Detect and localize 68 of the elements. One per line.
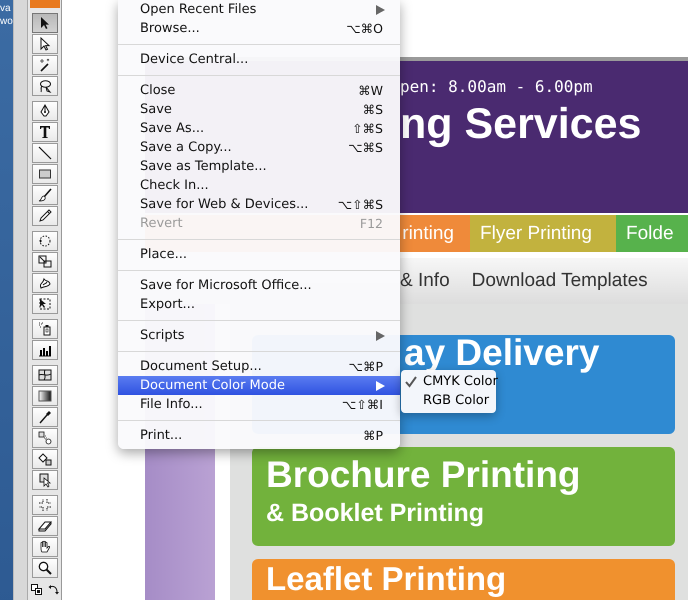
tool-button[interactable] xyxy=(32,13,58,33)
tool-button[interactable] xyxy=(32,185,58,205)
paintbrush-icon xyxy=(36,187,52,203)
paint-bucket-icon xyxy=(36,451,52,467)
menu-item[interactable]: Save as Template... xyxy=(118,157,400,176)
site-title: ng Services xyxy=(400,100,642,149)
menu-item[interactable]: Document Color Mode xyxy=(118,376,400,395)
tool-button[interactable] xyxy=(32,143,58,163)
tool-button[interactable] xyxy=(32,76,58,96)
tool-button[interactable] xyxy=(32,101,58,121)
slice-icon xyxy=(36,497,52,513)
pencil-icon xyxy=(36,208,52,224)
dotted-circle-icon xyxy=(36,233,52,249)
tool-button[interactable] xyxy=(32,516,58,536)
tool-button[interactable] xyxy=(32,273,58,293)
search-icon xyxy=(36,560,52,576)
mesh-icon xyxy=(36,367,52,383)
menu-item[interactable]: Place... xyxy=(118,245,400,264)
menu-item[interactable]: Save ⌘S xyxy=(118,100,400,119)
blend-icon xyxy=(36,430,52,446)
banner-title: Brochure Printing xyxy=(266,453,581,497)
menu-item[interactable]: Device Central... xyxy=(118,50,400,69)
menu-item[interactable]: Close ⌘W xyxy=(118,81,400,100)
tool-button[interactable] xyxy=(32,122,58,142)
free-transform-icon xyxy=(36,296,52,312)
tool-button[interactable] xyxy=(32,365,58,385)
tool-button[interactable] xyxy=(32,407,58,427)
tool-button[interactable] xyxy=(32,386,58,406)
menu-item[interactable]: Save for Web & Devices... ⌥⇧⌘S xyxy=(118,195,400,214)
tool-button[interactable] xyxy=(32,294,58,314)
line-icon xyxy=(36,145,52,161)
menu-item[interactable]: Open Recent Files xyxy=(118,0,400,19)
swap-arrows-icon[interactable] xyxy=(48,584,58,595)
tool-button[interactable] xyxy=(32,55,58,75)
sub-nav-link[interactable]: Download Templates xyxy=(472,270,648,292)
desktop-icon-label: va xyxy=(0,2,12,15)
eyedropper-icon xyxy=(36,409,52,425)
tool-button[interactable] xyxy=(32,537,58,557)
menu-item[interactable]: Check In... xyxy=(118,176,400,195)
menu-item[interactable]: Save a Copy... ⌥⌘S xyxy=(118,138,400,157)
menu-item[interactable]: Save for Microsoft Office... xyxy=(118,276,400,295)
tool-button[interactable] xyxy=(32,449,58,469)
default-colors-icon[interactable] xyxy=(30,584,42,595)
banner-subtitle: & Booklet Printing xyxy=(266,498,484,529)
submenu-item[interactable]: RGB Color xyxy=(401,391,496,410)
spray-can-icon xyxy=(36,321,52,337)
tool-button[interactable] xyxy=(32,34,58,54)
sub-nav-link[interactable]: & Info xyxy=(400,270,450,292)
tool-button[interactable] xyxy=(32,206,58,226)
tool-button[interactable] xyxy=(32,164,58,184)
tool-button[interactable] xyxy=(32,231,58,251)
tool-button[interactable] xyxy=(32,470,58,490)
opening-hours-text: pen: 8.00am - 6.00pm xyxy=(400,77,594,96)
desktop-icon-label: wo xyxy=(0,15,13,28)
tool-button[interactable] xyxy=(32,340,58,360)
menu-item[interactable]: Export... xyxy=(118,295,400,314)
tool-button[interactable] xyxy=(32,252,58,272)
tool-button[interactable] xyxy=(32,319,58,339)
tool-button[interactable] xyxy=(32,428,58,448)
paint-selection-icon xyxy=(36,472,52,488)
scale-icon xyxy=(36,254,52,270)
menu-item[interactable]: Browse... ⌥⌘O xyxy=(118,19,400,38)
banner-title: ay Delivery xyxy=(404,335,600,371)
tool-button[interactable] xyxy=(32,558,58,578)
gradient-icon xyxy=(36,388,52,404)
banner-title: Leaflet Printing xyxy=(266,560,506,597)
menu-item[interactable]: Save As... ⇧⌘S xyxy=(118,119,400,138)
tool-button[interactable] xyxy=(32,495,58,515)
